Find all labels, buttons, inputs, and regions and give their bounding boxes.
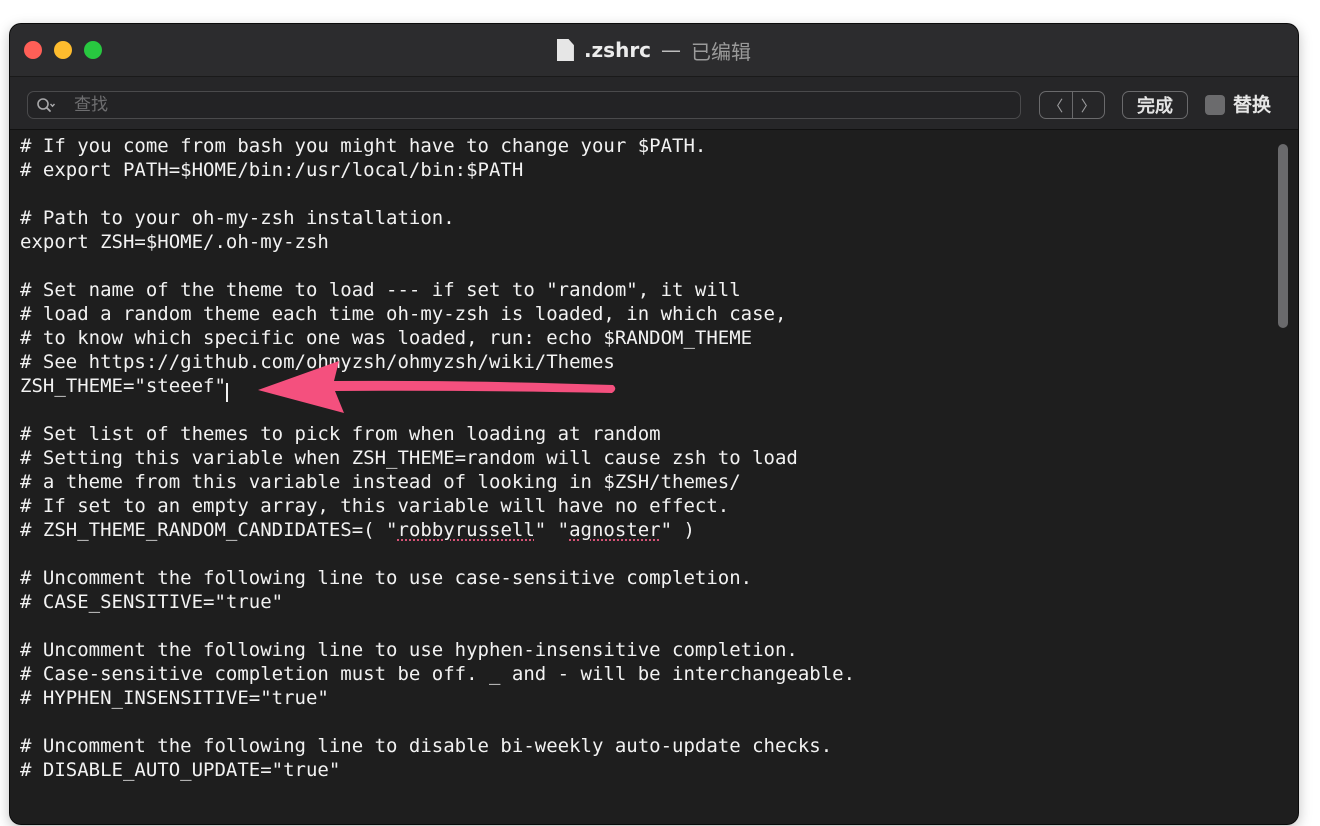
code-line[interactable]: # See https://github.com/ohmyzsh/ohmyzsh… — [20, 350, 615, 374]
code-line[interactable]: # a theme from this variable instead of … — [20, 470, 741, 494]
text-cursor — [226, 383, 228, 402]
replace-checkbox[interactable] — [1205, 95, 1225, 115]
previous-match-button[interactable]: 〈 — [1040, 92, 1073, 118]
vertical-scrollbar[interactable] — [1276, 138, 1290, 818]
misspelled-word[interactable]: agnoster — [569, 519, 661, 541]
search-input[interactable] — [74, 93, 1004, 117]
code-line[interactable]: # Set name of the theme to load --- if s… — [20, 278, 741, 302]
find-bar: 〈 〉 完成 替换 — [10, 77, 1298, 130]
code-line[interactable]: # export PATH=$HOME/bin:/usr/local/bin:$… — [20, 158, 523, 182]
code-line[interactable]: # Case-sensitive completion must be off.… — [20, 662, 855, 686]
window-title: .zshrc — 已编辑 — [10, 24, 1298, 76]
file-name: .zshrc — [583, 38, 652, 62]
code-line[interactable]: # Setting this variable when ZSH_THEME=r… — [20, 446, 798, 470]
done-button[interactable]: 完成 — [1122, 91, 1188, 119]
replace-label[interactable]: 替换 — [1233, 90, 1271, 120]
code-line[interactable]: # Uncomment the following line to use ca… — [20, 566, 752, 590]
next-match-button[interactable]: 〉 — [1073, 92, 1105, 118]
chevron-left-icon: 〈 — [1048, 96, 1064, 115]
code-line[interactable]: # Path to your oh-my-zsh installation. — [20, 206, 455, 230]
title-separator: — — [661, 38, 682, 62]
code-line[interactable]: # CASE_SENSITIVE="true" — [20, 590, 283, 614]
code-line[interactable]: # DISABLE_AUTO_UPDATE="true" — [20, 758, 340, 782]
find-navigation: 〈 〉 — [1039, 91, 1105, 119]
code-line[interactable]: # Uncomment the following line to disabl… — [20, 734, 832, 758]
code-line[interactable]: export ZSH=$HOME/.oh-my-zsh — [20, 230, 329, 254]
code-line[interactable]: # load a random theme each time oh-my-zs… — [20, 302, 786, 326]
code-line[interactable]: # Uncomment the following line to use hy… — [20, 638, 798, 662]
text-editor[interactable]: # If you come from bash you might have t… — [10, 130, 1298, 824]
misspelled-word[interactable]: robbyrussell — [398, 519, 535, 541]
search-field[interactable] — [27, 91, 1021, 119]
scrollbar-thumb[interactable] — [1278, 144, 1288, 328]
title-bar[interactable]: .zshrc — 已编辑 — [10, 24, 1298, 77]
document-icon — [556, 39, 574, 61]
search-icon[interactable] — [36, 96, 56, 116]
zsh-theme-line[interactable]: ZSH_THEME="steeef" — [20, 374, 226, 398]
code-text: # ZSH_THEME_RANDOM_CANDIDATES=( " — [20, 519, 398, 541]
code-line[interactable]: # HYPHEN_INSENSITIVE="true" — [20, 686, 329, 710]
chevron-right-icon: 〉 — [1080, 96, 1096, 115]
code-line[interactable]: # ZSH_THEME_RANDOM_CANDIDATES=( "robbyru… — [20, 518, 695, 542]
code-text: " " — [534, 519, 570, 541]
code-line[interactable]: # If set to an empty array, this variabl… — [20, 494, 729, 518]
code-text: " ) — [660, 519, 695, 541]
editor-window: .zshrc — 已编辑 〈 〉 完成 替换 # If you come fro — [10, 24, 1298, 824]
code-line[interactable]: # If you come from bash you might have t… — [20, 134, 706, 158]
code-line[interactable]: # Set list of themes to pick from when l… — [20, 422, 661, 446]
edit-status: 已编辑 — [691, 39, 752, 64]
code-line[interactable]: # to know which specific one was loaded,… — [20, 326, 752, 350]
